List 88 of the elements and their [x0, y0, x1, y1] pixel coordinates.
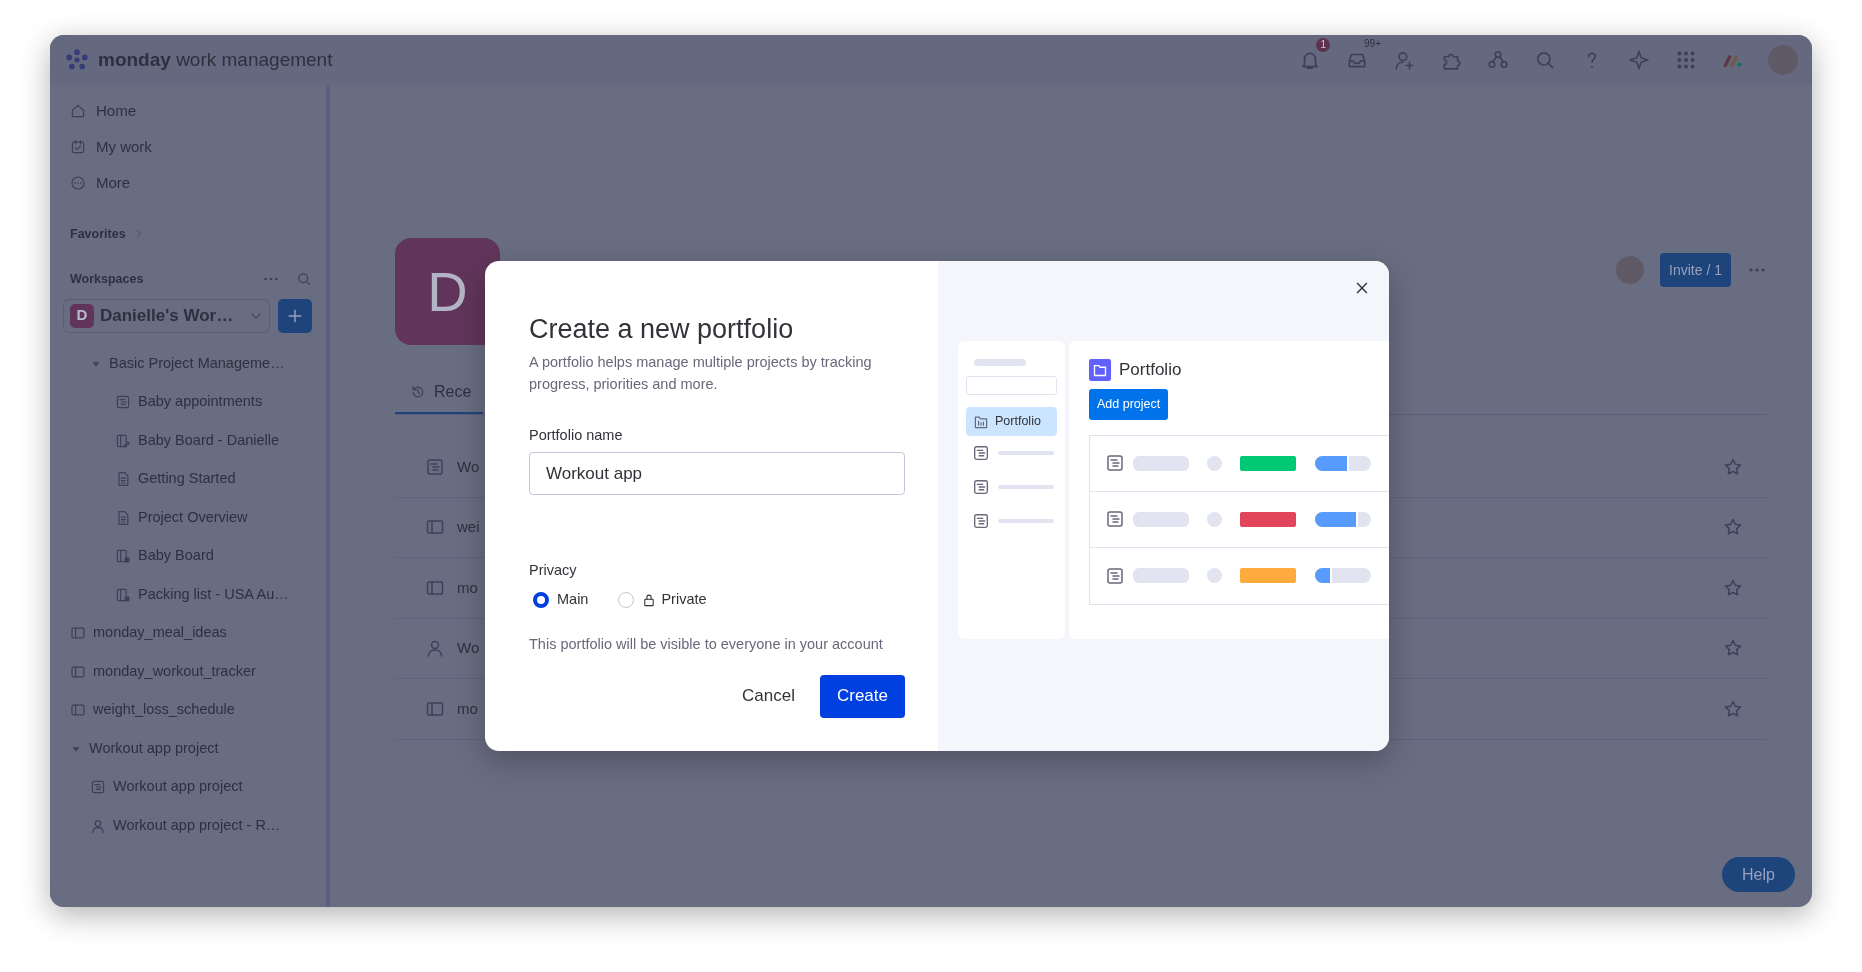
- star-icon[interactable]: [1723, 456, 1743, 477]
- nav-label[interactable]: More: [96, 171, 131, 195]
- board-name[interactable]: mo: [457, 697, 478, 720]
- shared-board-icon: [115, 432, 131, 449]
- invite-button[interactable]: Invite / 1: [1660, 253, 1731, 287]
- apps-grid-icon[interactable]: [1675, 49, 1697, 71]
- workspace-selector[interactable]: D Danielle's Wor…: [63, 298, 270, 333]
- placeholder-dot: [1207, 455, 1222, 471]
- home-icon: [70, 103, 86, 119]
- nav-label[interactable]: Home: [96, 99, 136, 123]
- dialog-title: Create a new portfolio: [529, 313, 795, 346]
- tree-item[interactable]: Workout app project - R…: [113, 814, 281, 837]
- tree-item[interactable]: Packing list - USA Au…: [138, 583, 289, 606]
- nav-label[interactable]: My work: [96, 135, 152, 159]
- calendar-check-icon: [70, 139, 86, 155]
- workspace-icon: D: [70, 303, 94, 328]
- star-icon[interactable]: [1723, 638, 1743, 659]
- workspaces-header: Workspaces: [70, 270, 144, 288]
- portfolio-icon: [1089, 358, 1111, 381]
- locked-board-icon: [115, 586, 131, 603]
- star-icon[interactable]: [1723, 698, 1743, 719]
- star-icon[interactable]: [1723, 517, 1743, 538]
- app-logo-text: monday work management: [98, 47, 333, 72]
- tree-item[interactable]: monday_workout_tracker: [93, 660, 256, 683]
- notification-count: 99+: [1364, 37, 1381, 51]
- search-icon[interactable]: [296, 271, 312, 288]
- close-icon: [1355, 281, 1369, 295]
- placeholder-bar: [1133, 455, 1189, 471]
- recent-tab[interactable]: Rece: [395, 380, 484, 414]
- tree-item[interactable]: Workout app project: [113, 776, 243, 799]
- board-icon: [90, 779, 106, 796]
- board-name[interactable]: wei: [457, 516, 480, 539]
- add-project-button[interactable]: Add project: [1089, 388, 1169, 420]
- favorites-header[interactable]: Favorites: [70, 225, 126, 244]
- add-person-icon[interactable]: [1393, 49, 1415, 71]
- placeholder-bar: [974, 359, 1026, 366]
- preview-sidebar-item: Portfolio: [966, 407, 1057, 436]
- name-input-field[interactable]: Workout app: [529, 452, 905, 496]
- board-icon: [972, 444, 990, 462]
- board-name[interactable]: mo: [457, 576, 478, 599]
- people-network-icon[interactable]: [1487, 49, 1509, 71]
- member-avatar: [1616, 256, 1645, 284]
- board-name[interactable]: Wo: [457, 637, 480, 660]
- radio-option[interactable]: Private: [618, 588, 707, 611]
- person-icon: [425, 638, 445, 659]
- tree-item[interactable]: Basic Project Manageme…: [109, 352, 285, 375]
- add-button[interactable]: [278, 298, 312, 333]
- field-label: Privacy: [529, 561, 578, 581]
- more-icon: [70, 175, 86, 191]
- star-icon[interactable]: [1723, 577, 1743, 598]
- tree-item[interactable]: monday_meal_ideas: [93, 622, 227, 645]
- placeholder-bar: [1133, 568, 1189, 583]
- help-button[interactable]: Help: [1722, 857, 1795, 892]
- radio-option[interactable]: Main: [533, 588, 589, 611]
- locked-board-icon: [115, 548, 131, 565]
- placeholder-dot: [1207, 511, 1222, 527]
- search-icon[interactable]: [1534, 49, 1556, 71]
- sparkle-icon[interactable]: [1628, 49, 1650, 71]
- document-icon: [115, 509, 131, 526]
- field-label: Portfolio name: [529, 426, 624, 446]
- user-avatar[interactable]: [1768, 45, 1798, 75]
- board-icon: [1105, 509, 1125, 529]
- notification-count: 1: [1316, 38, 1330, 52]
- board-icon: [1105, 565, 1125, 586]
- tree-item[interactable]: weight_loss_schedule: [93, 699, 235, 722]
- tree-item[interactable]: Getting Started: [138, 468, 236, 491]
- board-icon: [1105, 453, 1125, 473]
- tree-item[interactable]: Project Overview: [138, 506, 248, 529]
- board-icon: [115, 394, 131, 411]
- dialog-description: A portfolio helps manage multiple projects by tracking progress, priorities and more.: [529, 353, 873, 395]
- create-button[interactable]: Create: [819, 674, 905, 718]
- preview-title: Portfolio: [1119, 359, 1182, 381]
- tree-item[interactable]: Baby appointments: [138, 391, 263, 414]
- history-icon: [410, 384, 426, 400]
- privacy-note: This portfolio will be visible to everyone in your account: [529, 634, 884, 654]
- tree-item[interactable]: Workout app project: [89, 737, 219, 760]
- board-icon: [425, 456, 445, 477]
- radio-button[interactable]: [533, 591, 549, 608]
- placeholder-dot: [1207, 568, 1222, 583]
- board-icon: [972, 478, 990, 496]
- person-icon: [90, 817, 106, 834]
- document-icon: [115, 471, 131, 488]
- board-name[interactable]: Wo: [457, 455, 480, 478]
- tree-item[interactable]: Baby Board: [138, 545, 214, 568]
- placeholder-bar: [1133, 511, 1189, 527]
- cancel-button[interactable]: Cancel: [725, 674, 812, 718]
- board-icon: [972, 512, 990, 530]
- tree-item[interactable]: Baby Board - Danielle: [138, 429, 280, 452]
